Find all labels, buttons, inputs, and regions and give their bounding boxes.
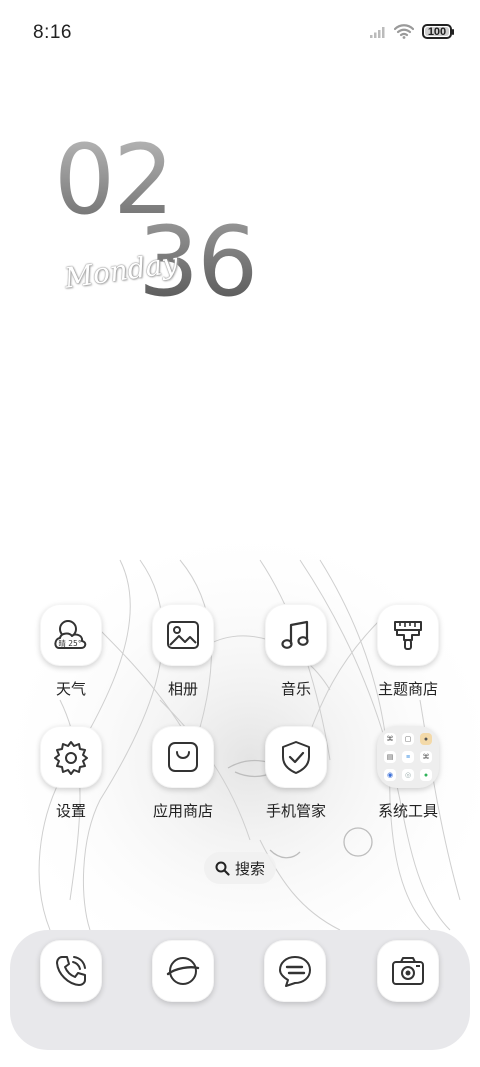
dock <box>10 930 470 1050</box>
mini-app-icon: ● <box>420 733 432 745</box>
app-label: 天气 <box>55 681 86 698</box>
music-icon[interactable] <box>265 604 327 666</box>
status-icons: 100 <box>370 24 454 39</box>
theme-brush-icon[interactable] <box>377 604 439 666</box>
battery-level: 100 <box>427 25 447 38</box>
wifi-icon <box>394 24 414 39</box>
app-settings[interactable]: 设置 <box>21 726 121 821</box>
mini-app-icon: ▤ <box>384 751 396 763</box>
app-weather[interactable]: 晴 25° 天气 <box>21 604 121 699</box>
signal-bars-icon <box>370 26 385 38</box>
clock-widget[interactable]: 02 36 Monday <box>54 132 274 312</box>
app-label: 系统工具 <box>377 803 438 820</box>
weather-text: 晴 25° <box>58 638 81 648</box>
app-theme-store[interactable]: 主题商店 <box>358 604 458 699</box>
shopping-bag-icon[interactable] <box>152 726 214 788</box>
search-label: 搜索 <box>234 860 265 878</box>
status-time: 8:16 <box>33 22 72 43</box>
shield-check-icon[interactable] <box>265 726 327 788</box>
gallery-icon[interactable] <box>152 604 214 666</box>
search-button[interactable]: 搜索 <box>204 852 276 884</box>
browser-globe-icon[interactable] <box>152 940 214 1002</box>
status-bar: 8:16 100 <box>0 0 480 68</box>
phone-icon[interactable] <box>40 940 102 1002</box>
mini-app-icon: ⌘ <box>384 733 396 745</box>
app-phone-manager[interactable]: 手机管家 <box>246 726 346 821</box>
app-gallery[interactable]: 相册 <box>133 604 233 699</box>
search-icon <box>215 861 230 876</box>
mini-app-icon: ≡ <box>402 751 414 763</box>
app-system-tools-folder[interactable]: ⌘ ▢ ● ▤ ≡ ⌘ ◉ ◎ ● 系统工具 <box>358 726 458 821</box>
gear-icon[interactable] <box>40 726 102 788</box>
battery-icon: 100 <box>422 24 454 39</box>
app-label: 主题商店 <box>377 681 438 698</box>
app-label: 应用商店 <box>152 803 213 820</box>
weather-icon[interactable]: 晴 25° <box>40 604 102 666</box>
mini-app-icon: ▢ <box>402 733 414 745</box>
folder-icon[interactable]: ⌘ ▢ ● ▤ ≡ ⌘ ◉ ◎ ● <box>377 726 439 788</box>
camera-icon[interactable] <box>377 940 439 1002</box>
app-label: 设置 <box>55 803 86 820</box>
app-label: 相册 <box>167 681 198 698</box>
app-label: 音乐 <box>280 681 311 698</box>
message-bubble-icon[interactable] <box>264 940 326 1002</box>
app-label: 手机管家 <box>265 803 326 820</box>
app-app-store[interactable]: 应用商店 <box>133 726 233 821</box>
mini-app-icon: ⌘ <box>420 751 432 763</box>
app-music[interactable]: 音乐 <box>246 604 346 699</box>
mini-app-icon: ◉ <box>384 769 396 781</box>
mini-app-icon: ● <box>420 769 432 781</box>
mini-app-icon: ◎ <box>402 769 414 781</box>
